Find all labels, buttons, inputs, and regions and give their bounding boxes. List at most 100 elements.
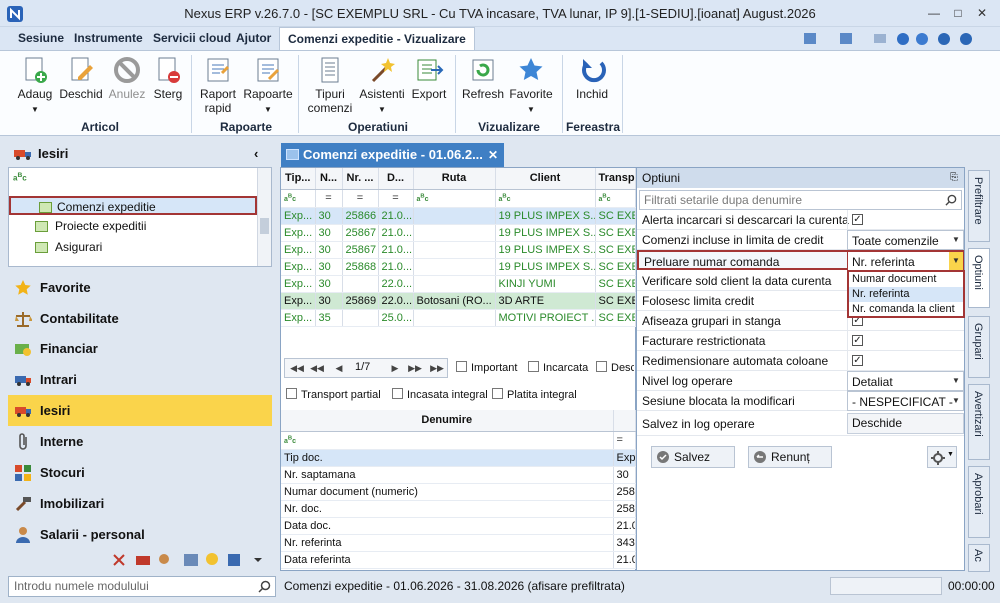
close-tab-icon[interactable]: ✕: [488, 143, 498, 167]
settings-button[interactable]: ▼: [927, 446, 957, 468]
dropdown-option[interactable]: Nr. referinta: [849, 287, 963, 302]
prev-fast-button[interactable]: ◀◀: [307, 359, 327, 377]
tab-ajutor[interactable]: Ajutor: [228, 27, 279, 50]
module-salarii[interactable]: Salarii - personal: [8, 519, 272, 550]
side-tab-aprobari[interactable]: Aprobari: [968, 466, 990, 538]
dropdown-nivel-log[interactable]: Detaliat ▼: [847, 371, 964, 391]
next-page-button[interactable]: ▶: [385, 359, 405, 377]
table-row[interactable]: Exp... 30 25868 21.0... 19 PLUS IMPEX S... SC…: [281, 258, 636, 276]
filter-cell[interactable]: =: [378, 189, 414, 208]
filter-cell[interactable]: aBc: [495, 189, 596, 208]
tab-servicii-cloud[interactable]: Servicii cloud: [145, 27, 239, 50]
checkbox[interactable]: ✓: [852, 335, 863, 346]
filter-cell[interactable]: =: [342, 189, 379, 208]
first-page-button[interactable]: ◀◀: [287, 359, 307, 377]
module-intrari[interactable]: Intrari: [8, 364, 272, 395]
col-header[interactable]: Transp: [595, 168, 636, 190]
document-tab[interactable]: Comenzi expeditie - 01.06.2... ✕: [281, 143, 504, 167]
filter-platita-integral[interactable]: Platita integral: [492, 388, 577, 401]
filter-descarcata[interactable]: Desca: [596, 361, 634, 374]
module-search-input[interactable]: Introdu numele modulului: [8, 576, 276, 597]
refresh-button[interactable]: Refresh: [460, 55, 506, 101]
list-item[interactable]: Nr. referinta 343: [281, 534, 636, 552]
filter-cell[interactable]: aBc: [413, 189, 496, 208]
checkbox[interactable]: ✓: [852, 214, 863, 225]
module-contabilitate[interactable]: Contabilitate: [8, 303, 272, 334]
module-interne[interactable]: Interne: [8, 426, 272, 457]
dropdown-option[interactable]: Nr. comanda la client: [849, 302, 963, 317]
export-button[interactable]: Export: [408, 55, 450, 101]
tree-scrollbar[interactable]: [257, 168, 271, 266]
col-header[interactable]: D...: [378, 168, 414, 190]
col-header[interactable]: Nr. ...: [342, 168, 379, 190]
list-item[interactable]: Data referinta21.0: [281, 551, 636, 569]
table-row[interactable]: Exp... 35 25.0... MOTIVI PROIECT ... SC EXE: [281, 309, 636, 327]
add-button[interactable]: Adaug ▼: [14, 55, 56, 117]
list-item[interactable]: Tip doc. Exp: [281, 449, 636, 467]
save-button[interactable]: Salvez: [651, 446, 735, 468]
table-row[interactable]: Exp... 30 25869 22.0... Botosani (RO... 3D AR…: [281, 292, 636, 310]
filter-incarcata[interactable]: Incarcata: [528, 361, 588, 374]
filter-cell[interactable]: aBc: [281, 431, 614, 450]
side-tab-grupari[interactable]: Grupari: [968, 316, 990, 378]
minimize-button[interactable]: —: [924, 4, 944, 22]
dropdown-preluare-numar[interactable]: Nr. referinta ▼: [847, 251, 964, 271]
tab-comenzi-expeditie[interactable]: Comenzi expeditie - Vizualizare: [279, 27, 475, 51]
pin-icon[interactable]: ⎘: [950, 168, 958, 188]
filter-transport-partial[interactable]: Transport partial: [286, 388, 381, 401]
next-fast-button[interactable]: ▶▶: [405, 359, 425, 377]
tree-item-comenzi-expeditie[interactable]: Comenzi expeditie: [9, 196, 257, 215]
filter-cell[interactable]: aBc: [281, 189, 316, 208]
close-window-button[interactable]: Inchid: [570, 55, 614, 101]
side-tab-avertizari[interactable]: Avertizari: [968, 384, 990, 460]
dropdown-comenzi-limita[interactable]: Toate comenzile ▼: [847, 230, 964, 250]
options-filter-input[interactable]: Filtrati setarile dupa denumire: [639, 190, 962, 210]
favorite-button[interactable]: Favorite ▼: [508, 55, 554, 117]
filter-cell[interactable]: aBc: [595, 189, 636, 208]
tree-item-proiecte-expeditii[interactable]: Proiecte expeditii: [29, 217, 247, 236]
assistants-button[interactable]: Asistenti ▼: [358, 55, 406, 117]
last-page-button[interactable]: ▶▶: [427, 359, 447, 377]
open-button[interactable]: Deschid: [58, 55, 104, 101]
side-tab-prefiltrare[interactable]: Prefiltrare: [968, 170, 990, 242]
side-tab-ac[interactable]: Ac: [968, 544, 990, 572]
col-header[interactable]: Client: [495, 168, 596, 190]
cancel-button[interactable]: Renunț: [748, 446, 832, 468]
module-iesiri[interactable]: Iesiri: [8, 395, 272, 426]
col-header[interactable]: Tip...: [281, 168, 316, 190]
order-types-button[interactable]: Tipuri comenzi: [306, 55, 354, 115]
table-row[interactable]: Exp... 30 25867 21.0... 19 PLUS IMPEX S... SC…: [281, 241, 636, 259]
col-header[interactable]: Ruta: [413, 168, 496, 190]
option-preluare-numar[interactable]: Preluare numar comanda Nr. referinta ▼: [637, 250, 964, 271]
module-stocuri[interactable]: Stocuri: [8, 457, 272, 488]
list-item[interactable]: Nr. saptamana 30: [281, 466, 636, 484]
delete-button[interactable]: Sterg: [148, 55, 188, 101]
list-item[interactable]: Data doc.21.0: [281, 517, 636, 535]
maximize-button[interactable]: □: [948, 4, 968, 22]
quick-report-button[interactable]: Raport rapid: [196, 55, 240, 115]
filter-cell[interactable]: =: [613, 431, 636, 450]
module-imobilizari[interactable]: Imobilizari: [8, 488, 272, 519]
module-favorite[interactable]: Favorite: [8, 272, 272, 303]
checkbox[interactable]: ✓: [852, 355, 863, 366]
close-button[interactable]: ✕: [972, 4, 992, 22]
side-tab-optiuni[interactable]: Optiuni: [968, 248, 990, 308]
filter-incasata-integral[interactable]: Incasata integral: [392, 388, 488, 401]
filter-cell[interactable]: =: [315, 189, 343, 208]
col-header[interactable]: N...: [315, 168, 343, 190]
tab-sesiune[interactable]: Sesiune: [10, 27, 72, 50]
dropdown-option[interactable]: Numar document: [849, 272, 963, 287]
cancel-doc-button[interactable]: Anulez: [106, 55, 148, 101]
tree-item-asigurari[interactable]: Asigurari: [29, 238, 247, 257]
list-item[interactable]: Nr. doc. 258: [281, 500, 636, 518]
list-item[interactable]: Numar document (numeric) 258: [281, 483, 636, 501]
table-row[interactable]: Exp... 30 25866 21.0... 19 PLUS IMPEX S... SC…: [281, 207, 636, 225]
prev-page-button[interactable]: ◀: [329, 359, 349, 377]
tab-instrumente[interactable]: Instrumente: [66, 27, 151, 50]
collapse-panel-button[interactable]: ‹: [254, 142, 258, 166]
table-row[interactable]: Exp... 30 25867 21.0... 19 PLUS IMPEX S... SC…: [281, 224, 636, 242]
filter-important[interactable]: Important: [456, 361, 517, 374]
reports-button[interactable]: Rapoarte ▼: [242, 55, 294, 117]
open-log-button[interactable]: Deschide: [847, 413, 964, 434]
col-header[interactable]: Denumire: [281, 410, 614, 432]
